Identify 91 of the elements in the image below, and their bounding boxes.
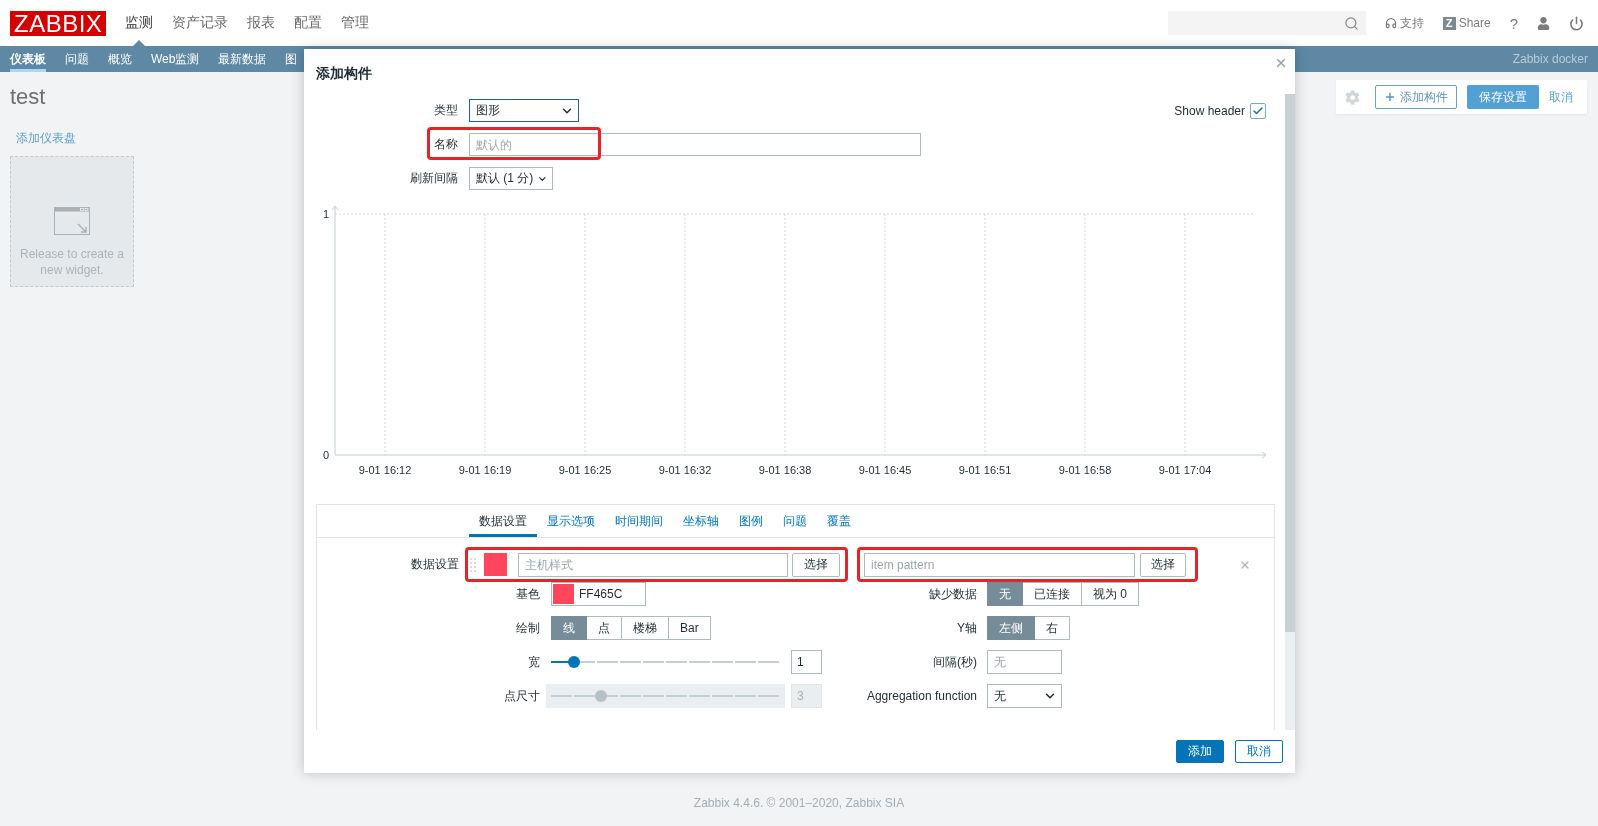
toggle-button[interactable]: 无 bbox=[987, 582, 1023, 606]
toggle-button[interactable]: 视为 0 bbox=[1081, 582, 1139, 606]
select-button[interactable]: 选择 bbox=[1140, 552, 1186, 577]
field-label: 基色 bbox=[515, 585, 540, 603]
value-input[interactable]: 1 bbox=[791, 650, 822, 674]
nav-item[interactable]: 问题 bbox=[65, 46, 89, 72]
copyright-text: Zabbix 4.4.6. © 2001–2020, Zabbix SIA bbox=[693, 796, 905, 812]
menu-item[interactable]: 资产记录 bbox=[172, 0, 229, 46]
x-tick-label: 9-01 16:32 bbox=[658, 464, 712, 476]
search-icon[interactable] bbox=[1343, 15, 1359, 31]
field-label: Aggregation function bbox=[865, 689, 977, 703]
swatch-icon[interactable] bbox=[484, 553, 507, 576]
checkbox-label: Show header bbox=[1174, 103, 1245, 118]
nav-item[interactable]: Web监测 bbox=[151, 46, 200, 72]
field-label: 点尺寸 bbox=[503, 687, 540, 705]
input-field[interactable]: 默认的 bbox=[469, 133, 921, 156]
field-label: 间隔(秒) bbox=[932, 653, 977, 671]
tab[interactable]: 数据设置 bbox=[469, 505, 537, 537]
menu-item[interactable]: 管理 bbox=[341, 0, 370, 46]
toggle-button[interactable]: 已连接 bbox=[1022, 582, 1082, 606]
field-label: Y轴 bbox=[956, 619, 977, 637]
tab[interactable]: 显示选项 bbox=[537, 505, 605, 537]
tab[interactable]: 覆盖 bbox=[817, 505, 861, 537]
nav-item[interactable]: 最新数据 bbox=[218, 46, 267, 72]
x-tick-label: 9-01 16:45 bbox=[858, 464, 912, 476]
field-label: 类型 bbox=[433, 102, 458, 119]
plus-icon bbox=[1384, 91, 1396, 103]
check-icon bbox=[1252, 104, 1264, 117]
tab[interactable]: 时间期间 bbox=[605, 505, 673, 537]
share-link[interactable]: Z Share bbox=[1442, 16, 1491, 30]
x-tick-label: 9-01 16:12 bbox=[358, 464, 412, 476]
field-label: 缺少数据 bbox=[928, 585, 977, 603]
menu-item[interactable]: 监测 bbox=[125, 0, 154, 46]
input-field[interactable]: item pattern bbox=[864, 552, 1135, 577]
input-field[interactable]: 无 bbox=[987, 650, 1062, 674]
toggle-button[interactable]: 左侧 bbox=[987, 616, 1035, 640]
zabbix-logo[interactable]: ZABBIX bbox=[10, 10, 107, 36]
headset-icon bbox=[1384, 17, 1397, 29]
scrollbar-thumb[interactable] bbox=[1285, 94, 1295, 632]
select-button[interactable]: 选择 bbox=[792, 552, 840, 577]
scrollbar-track[interactable] bbox=[1285, 94, 1295, 730]
checkbox[interactable] bbox=[1250, 102, 1266, 119]
field-label: 绘制 bbox=[515, 619, 540, 637]
close-icon bbox=[1274, 56, 1288, 70]
page-title: test bbox=[10, 84, 46, 110]
user-icon[interactable] bbox=[1537, 16, 1550, 30]
y-tick-label: 0 bbox=[322, 449, 329, 461]
help-link[interactable]: ? bbox=[1509, 14, 1518, 32]
input-field[interactable]: 主机样式 bbox=[518, 552, 788, 577]
nav-item[interactable]: 仪表板 bbox=[10, 46, 46, 72]
share-logo: Z bbox=[1442, 16, 1456, 30]
x-tick-label: 9-01 16:19 bbox=[458, 464, 512, 476]
add-button[interactable]: 添加 bbox=[1176, 740, 1224, 763]
x-tick-label: 9-01 16:51 bbox=[958, 464, 1012, 476]
nav-item[interactable]: 图 bbox=[285, 46, 298, 72]
x-tick-label: 9-01 16:58 bbox=[1058, 464, 1112, 476]
nav-item[interactable]: 概览 bbox=[108, 46, 132, 72]
field-label: 刷新间隔 bbox=[409, 170, 458, 187]
grip-icon[interactable] bbox=[470, 557, 476, 572]
save-button[interactable]: 保存设置 bbox=[1467, 85, 1539, 109]
menu-item[interactable]: 配置 bbox=[294, 0, 323, 46]
tab[interactable]: 问题 bbox=[773, 505, 817, 537]
search-field[interactable] bbox=[1167, 11, 1366, 35]
x-tick-label: 9-01 16:38 bbox=[758, 464, 812, 476]
select-field[interactable]: 无 bbox=[987, 684, 1062, 708]
field-label: 宽 bbox=[527, 653, 540, 671]
support-link[interactable]: 支持 bbox=[1384, 14, 1424, 32]
cancel-link[interactable]: 取消 bbox=[1549, 88, 1573, 106]
add-widget-button[interactable]: 添加构件 bbox=[1375, 85, 1457, 109]
toggle-button[interactable]: 楼梯 bbox=[621, 616, 669, 640]
field-label: 数据设置 bbox=[410, 556, 459, 573]
server-name: Zabbix docker bbox=[1512, 52, 1588, 66]
toggle-button[interactable]: Bar bbox=[668, 616, 711, 640]
tab[interactable]: 坐标轴 bbox=[673, 505, 729, 537]
dialog-title: 添加构件 bbox=[316, 65, 372, 81]
window-icon bbox=[54, 207, 90, 235]
select-field[interactable]: 图形 bbox=[469, 99, 579, 122]
y-tick-label: 1 bbox=[322, 208, 329, 220]
select-field[interactable]: 默认 (1 分) bbox=[469, 167, 553, 190]
cancel-button[interactable]: 取消 bbox=[1235, 740, 1283, 763]
toggle-button[interactable]: 线 bbox=[551, 616, 587, 640]
toggle-button[interactable]: 右 bbox=[1034, 616, 1070, 640]
tab[interactable]: 图例 bbox=[729, 505, 773, 537]
toggle-button[interactable]: 点 bbox=[586, 616, 622, 640]
menu-item[interactable]: 报表 bbox=[247, 0, 276, 46]
power-icon[interactable] bbox=[1569, 15, 1584, 31]
x-tick-label: 9-01 16:25 bbox=[558, 464, 612, 476]
x-tick-label: 9-01 17:04 bbox=[1158, 464, 1212, 476]
field-label: 名称 bbox=[433, 136, 458, 153]
settings-icon[interactable] bbox=[1345, 89, 1360, 105]
slider-thumb[interactable] bbox=[567, 656, 580, 668]
